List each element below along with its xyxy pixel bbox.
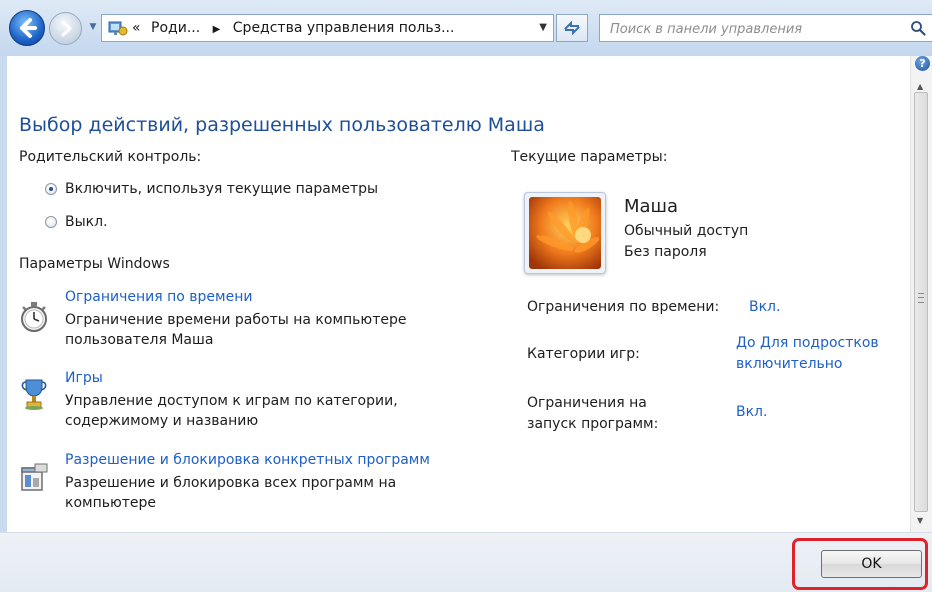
- chevron-down-icon: ▼: [89, 22, 97, 32]
- vertical-scrollbar[interactable]: ? ▲ ▼: [910, 56, 932, 532]
- time-limits-link[interactable]: Ограничения по времени: [65, 289, 252, 305]
- password-status: Без пароля: [624, 244, 707, 260]
- games-link[interactable]: Игры: [65, 370, 103, 386]
- arrow-right-icon: [61, 20, 72, 37]
- radio-enable-parental-control[interactable]: Включить, используя текущие параметры: [45, 179, 378, 199]
- grip-icon: [918, 293, 924, 303]
- windows-settings-label: Параметры Windows: [19, 256, 170, 272]
- breadcrumb-item-parental-controls[interactable]: Средства управления польз...: [233, 20, 455, 36]
- scroll-thumb[interactable]: [914, 92, 928, 512]
- allow-block-programs-description: Разрешение и блокировка всех программ на…: [65, 475, 397, 511]
- account-type: Обычный доступ: [624, 223, 749, 239]
- control-panel-icon: [108, 21, 128, 36]
- breadcrumb-item-control-panel[interactable]: Роди...: [151, 20, 200, 36]
- current-settings-label: Текущие параметры:: [511, 149, 668, 165]
- radio-button-checked[interactable]: [45, 183, 57, 195]
- param-game-categories-name: Категории игр:: [527, 346, 640, 362]
- refresh-icon: [564, 20, 580, 36]
- radio-label[interactable]: Включить, используя текущие параметры: [65, 181, 378, 197]
- search-input[interactable]: [608, 18, 902, 40]
- program-window-icon: [21, 463, 48, 491]
- scroll-up-arrow-icon[interactable]: ▲: [917, 82, 923, 91]
- page-title: Выбор действий, разрешенных пользователю…: [19, 114, 545, 136]
- param-time-limits-value: Вкл.: [749, 299, 781, 315]
- breadcrumb-arrow-icon[interactable]: ▶: [213, 17, 221, 43]
- arrow-left-icon: [20, 18, 37, 38]
- user-picture-flower: [529, 197, 601, 269]
- ok-button[interactable]: OK: [821, 550, 922, 578]
- radio-label[interactable]: Выкл.: [65, 214, 108, 230]
- forward-button[interactable]: [49, 12, 82, 45]
- main-content: Выбор действий, разрешенных пользователю…: [7, 56, 910, 532]
- avatar: [524, 192, 606, 274]
- user-name: Маша: [624, 196, 679, 217]
- param-time-limits-name: Ограничения по времени:: [527, 299, 720, 315]
- parental-control-label: Родительский контроль:: [19, 149, 202, 165]
- radio-button[interactable]: [45, 216, 57, 228]
- breadcrumb: « Роди... ▶ Средства управления польз...: [132, 15, 454, 41]
- recent-pages-dropdown[interactable]: ▼: [88, 20, 98, 34]
- help-icon[interactable]: ?: [915, 56, 930, 71]
- address-toolbar: ▼ « Роди... ▶ Средства управления польз.…: [0, 0, 932, 56]
- radio-disable-parental-control[interactable]: Выкл.: [45, 212, 108, 232]
- chevron-down-icon: ▼: [539, 22, 547, 33]
- stopwatch-icon: [21, 302, 47, 332]
- back-button[interactable]: [9, 10, 45, 46]
- scroll-down-arrow-icon[interactable]: ▼: [917, 516, 923, 525]
- time-limits-description: Ограничение времени работы на компьютере…: [65, 312, 407, 348]
- search-icon[interactable]: [910, 20, 926, 36]
- games-description: Управление доступом к играм по категории…: [65, 393, 398, 429]
- allow-block-programs-link[interactable]: Разрешение и блокировка конкретных прогр…: [65, 452, 430, 468]
- address-dropdown-button[interactable]: ▼: [539, 15, 547, 41]
- address-bar[interactable]: « Роди... ▶ Средства управления польз...…: [101, 14, 554, 42]
- breadcrumb-overflow[interactable]: «: [132, 20, 141, 36]
- param-game-categories-value: До Для подростков включительно: [736, 335, 879, 372]
- refresh-button[interactable]: [556, 14, 588, 42]
- param-program-limits-value: Вкл.: [736, 404, 768, 420]
- search-box[interactable]: [599, 14, 932, 42]
- param-program-limits-name: Ограничения на запуск программ:: [527, 395, 659, 432]
- trophy-icon: [21, 379, 47, 410]
